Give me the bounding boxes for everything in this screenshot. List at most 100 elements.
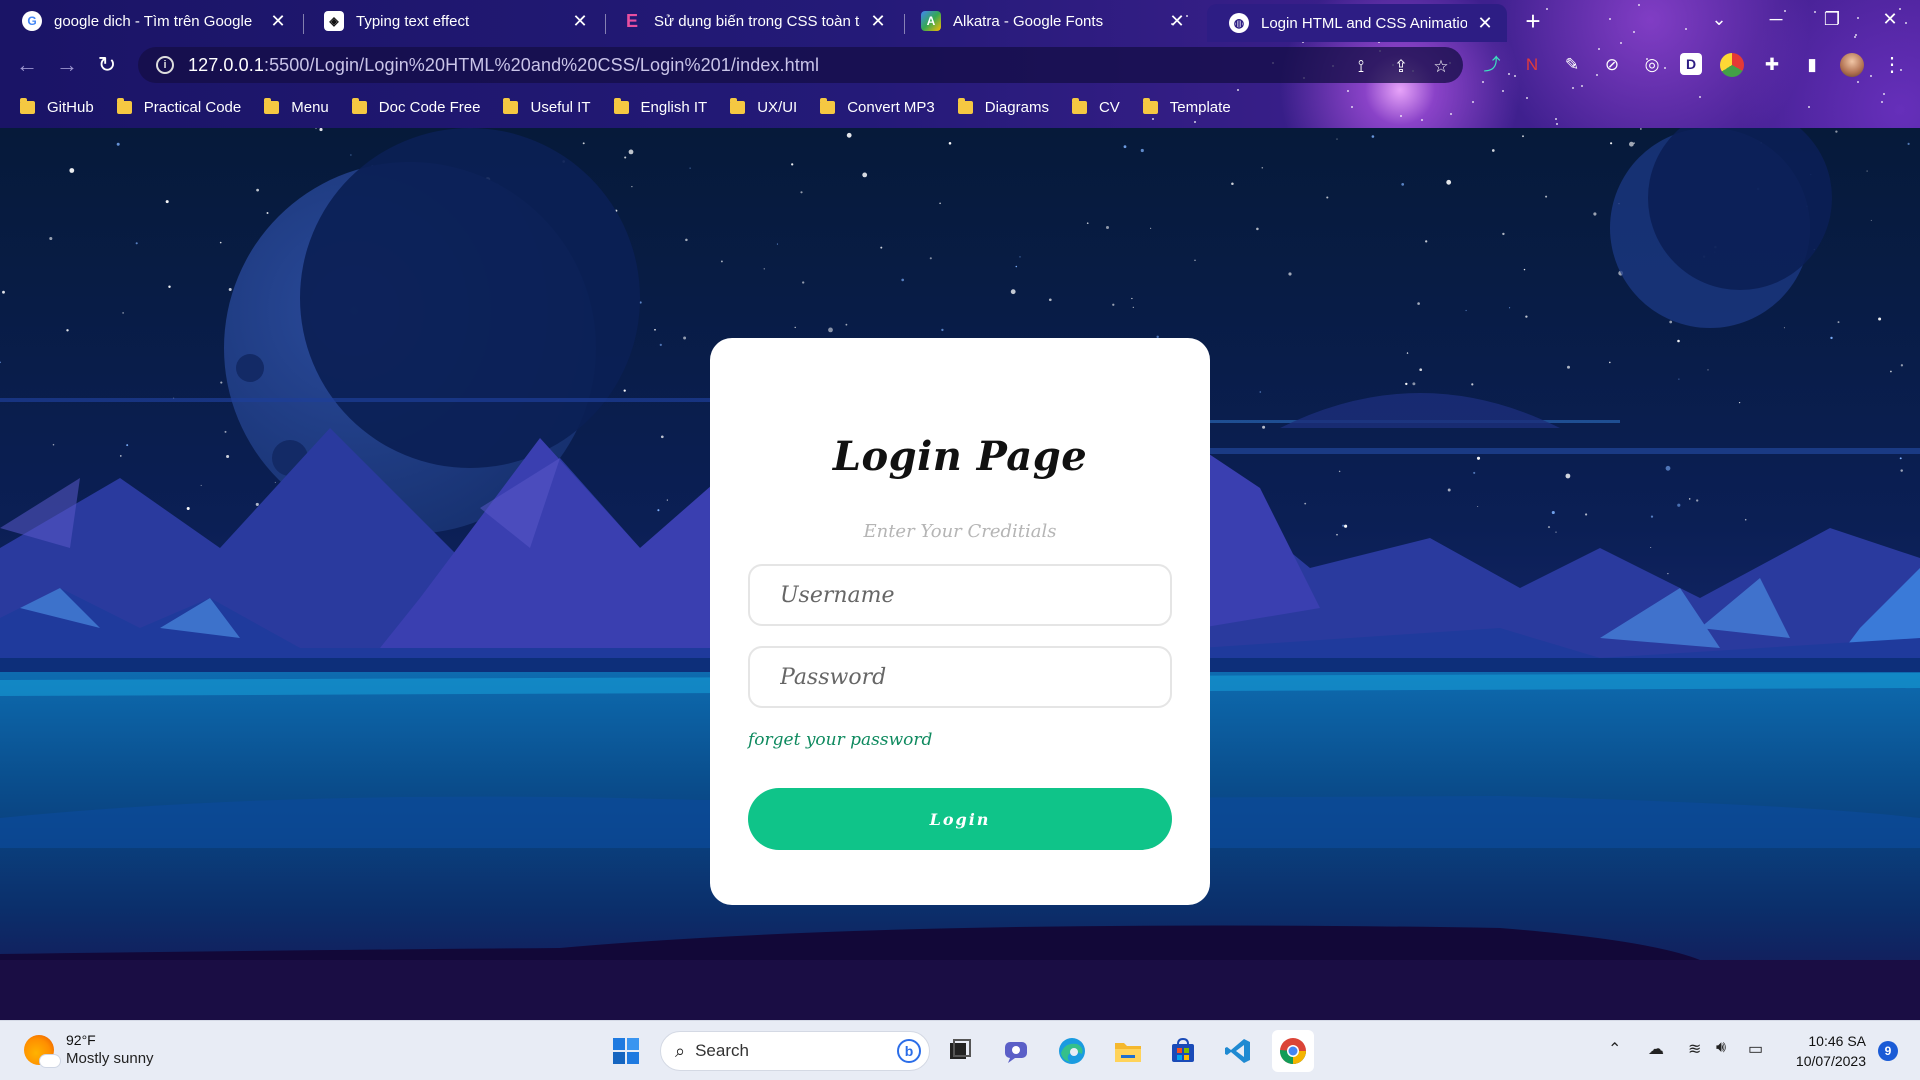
folder-icon xyxy=(613,97,629,114)
star xyxy=(1899,457,1902,460)
star xyxy=(845,323,848,326)
battery-icon[interactable]: ▭ xyxy=(1748,1039,1763,1059)
tab-css-variables[interactable]: E Sử dụng biến trong CSS toàn tập ✕ xyxy=(600,4,900,38)
folder-icon xyxy=(503,97,519,114)
star xyxy=(1878,317,1882,321)
task-view-icon[interactable] xyxy=(942,1033,978,1069)
bookmark-practical-code[interactable]: Practical Code xyxy=(116,97,241,116)
folder-icon xyxy=(351,97,367,114)
star xyxy=(220,381,223,384)
menu-kebab-icon[interactable]: ⋮ xyxy=(1880,53,1904,77)
reload-icon[interactable]: ↻ xyxy=(92,50,122,80)
bookmark-diagrams[interactable]: Diagrams xyxy=(957,97,1049,116)
login-button[interactable]: Login xyxy=(748,788,1172,850)
minimize-icon[interactable]: ─ xyxy=(1752,4,1800,34)
tab-google-fonts[interactable]: A Alkatra - Google Fonts ✕ xyxy=(899,4,1199,38)
globe-icon: ◍ xyxy=(1229,13,1249,33)
star xyxy=(226,454,230,459)
star xyxy=(1545,195,1548,198)
folder-icon xyxy=(730,97,746,114)
start-button[interactable] xyxy=(608,1033,644,1069)
forgot-password-link[interactable]: forget your password xyxy=(748,730,932,750)
bing-icon[interactable]: b xyxy=(897,1039,921,1063)
star xyxy=(657,509,660,512)
star xyxy=(624,156,627,159)
teams-chat-icon[interactable] xyxy=(998,1033,1034,1069)
star xyxy=(929,257,932,260)
bookmark-useful-it[interactable]: Useful IT xyxy=(503,97,591,116)
star xyxy=(941,328,944,332)
vscode-icon[interactable] xyxy=(1220,1033,1256,1069)
star xyxy=(582,142,585,145)
microsoft-store-icon[interactable] xyxy=(1165,1033,1201,1069)
star xyxy=(168,285,171,288)
star xyxy=(1446,179,1452,185)
bookmark-english-it[interactable]: English IT xyxy=(613,97,707,116)
star xyxy=(1669,320,1673,324)
close-window-icon[interactable]: ✕ xyxy=(1866,4,1914,34)
extension-color-icon[interactable] xyxy=(1720,53,1744,77)
tab-login-page[interactable]: ◍ Login HTML and CSS Animation ✕ xyxy=(1207,4,1507,42)
bookmark-doc-code-free[interactable]: Doc Code Free xyxy=(351,97,480,116)
share-icon[interactable]: ⇪ xyxy=(1390,56,1412,78)
bookmark-convert-mp3[interactable]: Convert MP3 xyxy=(820,97,935,116)
username-input[interactable] xyxy=(748,564,1172,626)
star xyxy=(1259,391,1262,393)
site-info-icon[interactable]: i xyxy=(156,56,174,74)
show-hidden-icons-chevron-icon[interactable]: ⌃ xyxy=(1608,1039,1621,1059)
weather-widget[interactable]: 92°F Mostly sunny xyxy=(24,1031,154,1069)
tab-search-icon[interactable]: ⌄ xyxy=(1695,4,1743,34)
onedrive-cloud-icon[interactable]: ☁ xyxy=(1648,1039,1664,1059)
volume-icon[interactable]: 🔊︎ xyxy=(1716,1039,1726,1057)
close-icon[interactable]: ✕ xyxy=(268,11,288,32)
taskbar-search[interactable]: ⌕ Search b xyxy=(660,1031,930,1071)
star xyxy=(1783,327,1785,329)
system-clock[interactable]: 10:46 SA 10/07/2023 xyxy=(1796,1031,1866,1071)
bookmark-ux-ui[interactable]: UX/UI xyxy=(730,97,797,116)
translate-icon[interactable]: ⟟ xyxy=(1350,56,1372,78)
bookmark-cv[interactable]: CV xyxy=(1071,97,1120,116)
url-text: 127.0.0.1:5500/Login/Login%20HTML%20and%… xyxy=(188,55,819,76)
star xyxy=(948,142,952,145)
extension-d-icon[interactable]: D xyxy=(1680,53,1702,75)
horizon-streak xyxy=(1200,448,1920,454)
color-picker-icon[interactable]: ✎ xyxy=(1560,53,1584,77)
star xyxy=(1336,533,1338,536)
wifi-icon[interactable]: ≋ xyxy=(1688,1039,1701,1059)
restore-icon[interactable]: ❐ xyxy=(1808,4,1856,34)
target-icon[interactable]: ◎ xyxy=(1640,53,1664,77)
file-explorer-icon[interactable] xyxy=(1110,1033,1146,1069)
star xyxy=(660,435,664,439)
close-icon[interactable]: ✕ xyxy=(868,11,888,32)
star xyxy=(256,188,259,192)
star xyxy=(1629,141,1634,147)
side-panel-icon[interactable]: ▮ xyxy=(1800,53,1824,77)
close-icon[interactable]: ✕ xyxy=(1167,11,1187,32)
new-tab-button[interactable]: + xyxy=(1518,6,1548,36)
password-input[interactable] xyxy=(748,646,1172,708)
bookmark-star-icon[interactable]: ☆ xyxy=(1430,56,1452,78)
address-bar[interactable]: i 127.0.0.1:5500/Login/Login%20HTML%20an… xyxy=(138,47,1463,83)
bookmark-menu[interactable]: Menu xyxy=(264,97,329,116)
star xyxy=(1231,182,1234,186)
compass-icon[interactable]: ⊘ xyxy=(1600,53,1624,77)
chrome-icon[interactable] xyxy=(1272,1030,1314,1072)
close-icon[interactable]: ✕ xyxy=(570,11,590,32)
tab-google-search[interactable]: G google dich - Tìm trên Google ✕ xyxy=(0,4,300,38)
extension-arrow-icon[interactable]: ⤴ xyxy=(1480,53,1504,77)
star xyxy=(1900,364,1904,367)
profile-avatar[interactable] xyxy=(1840,53,1864,77)
tab-typing-text[interactable]: ◈ Typing text effect ✕ xyxy=(302,4,602,38)
star xyxy=(350,154,352,156)
back-icon[interactable]: ← xyxy=(12,50,42,80)
forward-icon[interactable]: → xyxy=(52,50,82,80)
extensions-puzzle-icon[interactable]: ✚ xyxy=(1760,53,1784,77)
notification-badge[interactable]: 9 xyxy=(1878,1041,1898,1061)
edge-browser-icon[interactable] xyxy=(1054,1033,1090,1069)
login-card: Login Page Enter Your Creditials forget … xyxy=(710,338,1210,905)
star xyxy=(1525,315,1528,318)
bookmark-template[interactable]: Template xyxy=(1142,97,1231,116)
extension-n-icon[interactable]: N xyxy=(1520,53,1544,77)
close-icon[interactable]: ✕ xyxy=(1475,13,1495,34)
bookmark-github[interactable]: GitHub xyxy=(20,97,94,116)
